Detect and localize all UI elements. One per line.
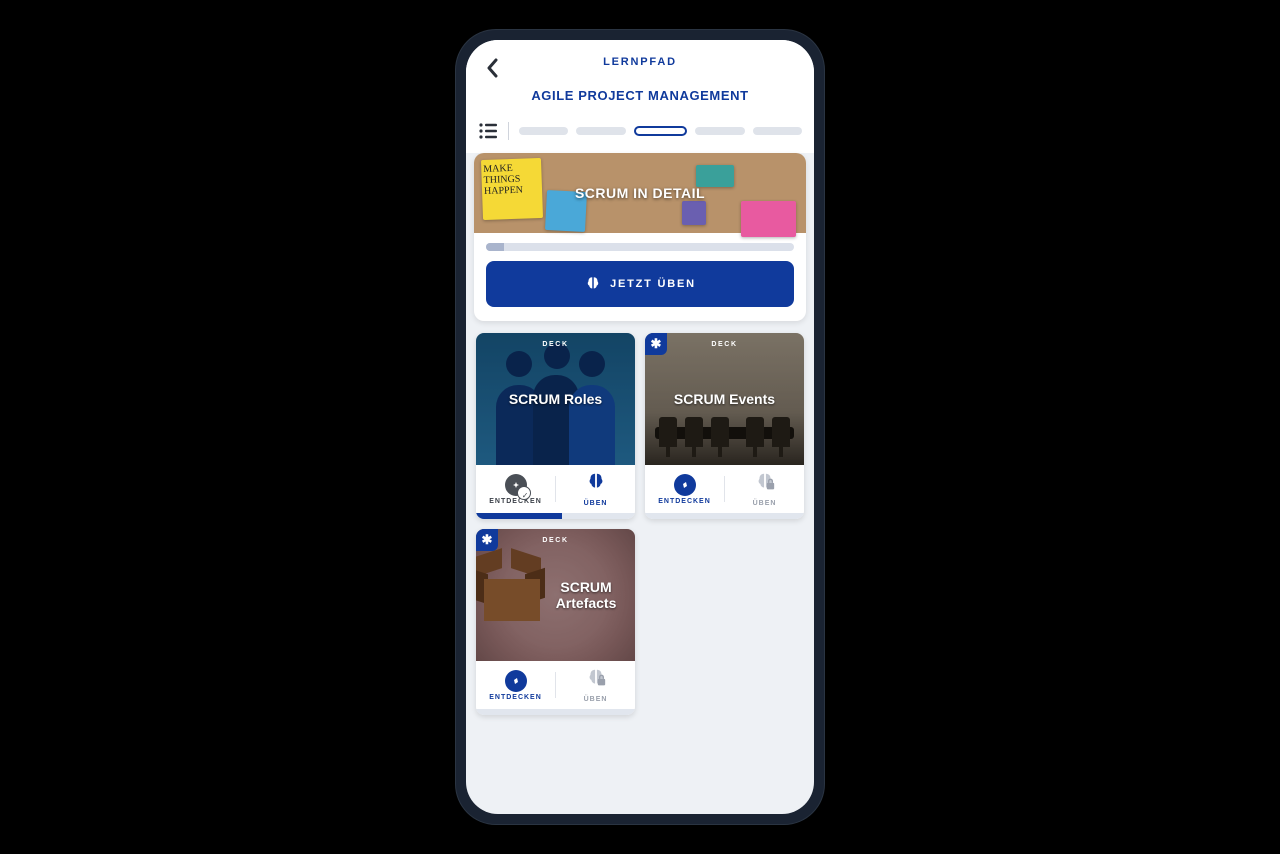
breadcrumb: LERNPFAD — [480, 56, 800, 68]
progress-segment[interactable] — [695, 127, 744, 135]
hero-image[interactable]: MAKE THINGS HAPPEN SCRUM IN DETAIL — [474, 153, 806, 233]
compass-icon — [674, 474, 696, 496]
compass-icon — [505, 670, 527, 692]
discover-label: ENTDECKEN — [489, 498, 542, 505]
progress-segments — [519, 127, 802, 136]
deck-actions: ENTDECKEN ÜBEN — [476, 661, 635, 709]
deck-image: DECK SCRUM Roles — [476, 333, 635, 465]
app-screen: LERNPFAD AGILE PROJECT MANAGEMENT — [466, 40, 814, 814]
discover-label: ENTDECKEN — [489, 694, 542, 701]
deck-actions: ENTDECKEN ÜBEN — [645, 465, 804, 513]
sticky-note — [741, 201, 796, 237]
deck-grid: DECK SCRUM Roles ENTDECKEN — [466, 321, 814, 727]
asterisk-icon: ✱ — [651, 336, 662, 352]
deck-progress — [476, 709, 635, 715]
discover-button[interactable]: ENTDECKEN — [645, 474, 724, 505]
sticky-note — [696, 165, 734, 187]
back-button[interactable] — [478, 54, 506, 82]
compass-checked-icon — [505, 474, 527, 496]
chevron-left-icon — [485, 58, 499, 78]
practice-label: ÜBEN — [584, 500, 608, 507]
list-button[interactable] — [478, 121, 498, 141]
brain-locked-icon — [754, 471, 776, 498]
divider — [508, 122, 509, 140]
practice-button[interactable]: ÜBEN — [556, 471, 635, 507]
practice-now-button[interactable]: JETZT ÜBEN — [486, 261, 794, 307]
deck-type-label: DECK — [476, 537, 635, 544]
phone-frame: LERNPFAD AGILE PROJECT MANAGEMENT — [456, 30, 824, 824]
progress-segment-active[interactable] — [634, 126, 687, 136]
page-title: AGILE PROJECT MANAGEMENT — [480, 88, 800, 103]
hero-title: SCRUM IN DETAIL — [575, 185, 705, 201]
discover-label: ENTDECKEN — [658, 498, 711, 505]
brain-locked-icon — [585, 667, 607, 694]
practice-button-disabled: ÜBEN — [556, 667, 635, 703]
sticky-note-text: MAKE THINGS HAPPEN — [483, 163, 523, 197]
deck-card-scrum-events[interactable]: ✱ DECK SCRUM Events ENTDE — [645, 333, 804, 519]
list-icon — [478, 121, 498, 141]
deck-title: SCRUM Artefacts — [537, 579, 635, 611]
new-badge: ✱ — [645, 333, 667, 355]
progress-segment[interactable] — [519, 127, 568, 135]
deck-card-scrum-roles[interactable]: DECK SCRUM Roles ENTDECKEN — [476, 333, 635, 519]
sticky-note — [682, 201, 706, 225]
brain-icon — [585, 471, 607, 498]
progress-segment[interactable] — [753, 127, 802, 135]
deck-progress — [645, 513, 804, 519]
deck-type-label: DECK — [476, 341, 635, 348]
deck-type-label: DECK — [645, 341, 804, 348]
deck-title: SCRUM Events — [674, 391, 775, 407]
header: LERNPFAD AGILE PROJECT MANAGEMENT — [466, 40, 814, 111]
discover-button[interactable]: ENTDECKEN — [476, 474, 555, 505]
discover-button[interactable]: ENTDECKEN — [476, 670, 555, 701]
practice-button-disabled: ÜBEN — [725, 471, 804, 507]
practice-label: ÜBEN — [753, 500, 777, 507]
hero-card: MAKE THINGS HAPPEN SCRUM IN DETAIL ››› J… — [474, 153, 806, 321]
deck-title: SCRUM Roles — [509, 391, 602, 407]
cta-label: JETZT ÜBEN — [610, 278, 696, 290]
deck-image: DECK SCRUM Artefacts — [476, 529, 635, 661]
deck-progress — [476, 513, 635, 519]
sticky-note: MAKE THINGS HAPPEN — [481, 158, 543, 220]
hero-progress: ››› — [486, 243, 794, 251]
brain-icon — [584, 275, 602, 293]
new-badge: ✱ — [476, 529, 498, 551]
deck-card-scrum-artefacts[interactable]: ✱ DECK SCRUM Artefacts — [476, 529, 635, 715]
progress-row — [466, 111, 814, 153]
progress-segment[interactable] — [576, 127, 625, 135]
asterisk-icon: ✱ — [482, 532, 493, 548]
practice-label: ÜBEN — [584, 696, 608, 703]
deck-image: DECK SCRUM Events — [645, 333, 804, 465]
deck-actions: ENTDECKEN ÜBEN — [476, 465, 635, 513]
